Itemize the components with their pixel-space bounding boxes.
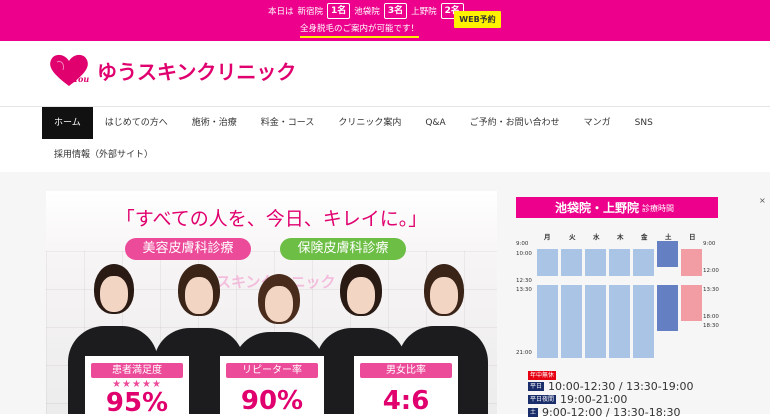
slot-thu-am (609, 249, 630, 276)
nav-recruit[interactable]: 採用情報（外部サイト） (42, 139, 165, 171)
stat-card-gender: 男女比率 4:6 (354, 356, 458, 416)
time-left-1330: 13:30 (516, 287, 532, 293)
schedule-title: 池袋院・上野院 (555, 201, 640, 215)
staff-availability: 本日は 新宿院 1名 池袋院 3名 上野院 2名 (268, 3, 464, 19)
clinic-shinjuku-count: 1名 (327, 3, 351, 19)
slot-thu-pm (609, 285, 630, 358)
saturday-hours: 9:00-12:00 / 13:30-18:30 (542, 406, 681, 419)
site-logo[interactable]: You ゆうスキンクリニック (47, 52, 296, 88)
top-banner: 本日は 新宿院 1名 池袋院 3名 上野院 2名 WEB予約 全身脱毛のご案内が… (0, 0, 770, 41)
slot-sun-am (681, 249, 702, 276)
nav-row-2: 採用情報（外部サイト） (42, 139, 165, 171)
time-right-1830: 18:30 (703, 323, 719, 329)
day-fri: 金 (641, 233, 648, 241)
nav-clinic-info[interactable]: クリニック案内 (326, 107, 413, 139)
insurance-dermatology-pill[interactable]: 保険皮膚科診療 (280, 238, 406, 260)
time-right-900: 9:00 (703, 241, 716, 247)
nav-pricing[interactable]: 料金・コース (249, 107, 327, 139)
weekday-night-badge: 平日夜間 (528, 395, 557, 404)
nav-first-time[interactable]: はじめての方へ (93, 107, 180, 139)
nav-qa[interactable]: Q&A (413, 107, 457, 139)
hours-row-weekday: 平日 10:00-12:30 / 13:30-19:00 (528, 380, 693, 393)
schedule-subtitle: 診療時間 (642, 204, 674, 213)
stat-label-satisfaction: 患者満足度 (91, 363, 183, 378)
day-sun: 日 (689, 233, 696, 241)
weekday-night-hours: 19:00-21:00 (560, 393, 628, 406)
web-reserve-button[interactable]: WEB予約 (454, 11, 501, 28)
nav-home[interactable]: ホーム (42, 107, 93, 139)
schedule-header: 池袋院・上野院 診療時間 (516, 197, 718, 218)
stat-card-satisfaction: 患者満足度 ★★★★★ 95% (85, 356, 189, 418)
day-tue: 火 (569, 233, 576, 241)
time-left-1230: 12:30 (516, 278, 532, 284)
clinic-shinjuku-name: 新宿院 (297, 7, 324, 17)
clinic-ueno-name: 上野院 (411, 7, 437, 17)
slot-tue-pm (561, 285, 582, 358)
nav-treatments[interactable]: 施術・治療 (180, 107, 249, 139)
day-mon: 月 (544, 233, 551, 241)
slot-mon-am (537, 249, 558, 276)
slot-wed-pm (585, 285, 606, 358)
time-left-1000: 10:00 (516, 251, 532, 257)
day-wed: 水 (593, 233, 600, 241)
stat-label-gender: 男女比率 (360, 363, 452, 378)
time-right-1200: 12:00 (703, 268, 719, 274)
nav-manga[interactable]: マンガ (572, 107, 623, 139)
weekday-badge: 平日 (528, 382, 545, 391)
slot-tue-am (561, 249, 582, 276)
clinic-ikebukuro-count: 3名 (383, 3, 408, 19)
open-all-year-badge: 年中無休 (528, 371, 557, 380)
stat-value-gender: 4:6 (382, 386, 430, 416)
slot-sat-pm (657, 285, 678, 331)
slot-fri-pm (633, 285, 654, 358)
time-left-900: 9:00 (516, 241, 529, 247)
slot-sat-am (657, 241, 678, 267)
nav-sns[interactable]: SNS (623, 107, 665, 139)
slot-sun-pm (681, 285, 702, 321)
day-sat: 土 (665, 233, 672, 241)
weekday-hours: 10:00-12:30 / 13:30-19:00 (548, 380, 694, 393)
stat-card-repeat: リピーター率 90% (220, 356, 324, 416)
main-nav: ホーム はじめての方へ 施術・治療 料金・コース クリニック案内 Q&A ご予約… (42, 107, 732, 171)
time-left-2100: 21:00 (516, 350, 532, 356)
nav-reservation[interactable]: ご予約・お問い合わせ (458, 107, 572, 139)
hours-row-open: 年中無休 (528, 371, 557, 380)
banner-subtext[interactable]: 全身脱毛のご案内が可能です！ (300, 22, 420, 38)
slot-mon-pm (537, 285, 558, 358)
clinic-ikebukuro-name: 池袋院 (354, 7, 380, 17)
nav-row-1: ホーム はじめての方へ 施術・治療 料金・コース クリニック案内 Q&A ご予約… (42, 107, 665, 139)
heart-logo-icon: You (47, 52, 91, 88)
hero-title: 「すべての人を、今日、キレイに。」 (115, 208, 428, 230)
time-right-1800: 18:00 (703, 314, 719, 320)
today-label: 本日は (268, 7, 294, 17)
clinic-name: ゆうスキンクリニック (97, 59, 297, 84)
slot-wed-am (585, 249, 606, 276)
cosmetic-dermatology-pill[interactable]: 美容皮膚科診療 (125, 238, 251, 260)
slot-fri-am (633, 249, 654, 276)
day-thu: 木 (617, 233, 624, 241)
hours-row-saturday: 土 9:00-12:00 / 13:30-18:30 (528, 406, 680, 419)
saturday-badge: 土 (528, 408, 539, 417)
stat-value-repeat: 90% (240, 386, 304, 416)
logo-you-text: You (73, 74, 90, 84)
hours-row-night: 平日夜間 19:00-21:00 (528, 393, 627, 406)
time-right-1330: 13:30 (703, 287, 719, 293)
close-icon[interactable]: × (759, 196, 766, 205)
stat-label-repeat: リピーター率 (226, 363, 318, 378)
